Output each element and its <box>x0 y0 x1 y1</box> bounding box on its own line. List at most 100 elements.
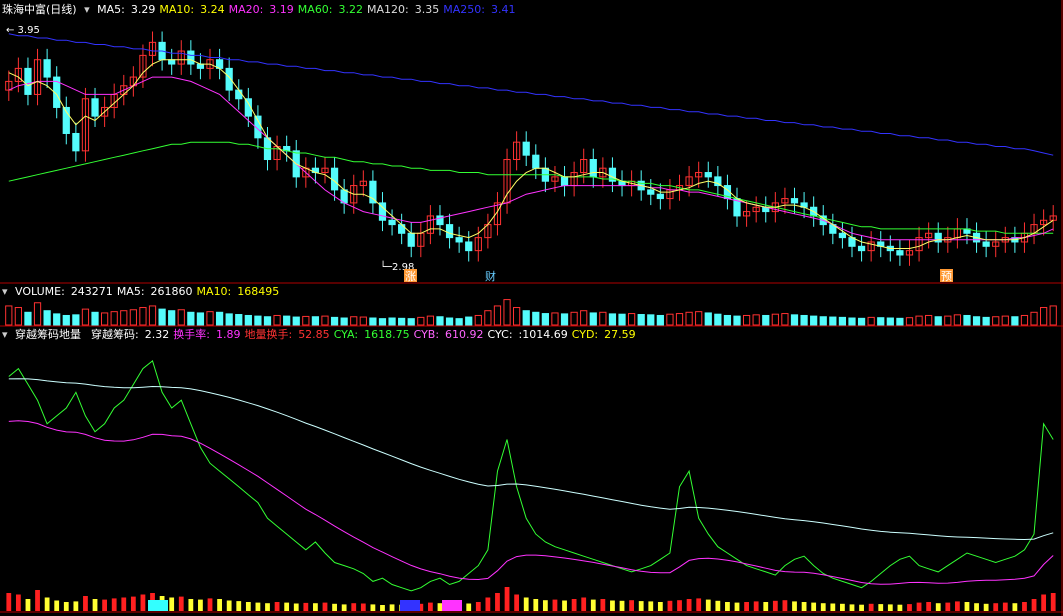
indicator-legend: ▾ 穿越筹码地量 穿越筹码: 2.32 换手率: 1.89 地量换手: 52.85 CYA: 1… <box>2 328 644 342</box>
cyd-bar <box>600 599 606 611</box>
volume-bar <box>522 310 530 326</box>
cyd-bar <box>935 603 941 611</box>
volume-bar <box>877 317 885 326</box>
cyd-bar <box>274 602 280 611</box>
volume-bar <box>100 312 109 326</box>
cyd-bar <box>667 600 673 611</box>
volume-bar <box>752 314 760 326</box>
candle-body <box>407 232 415 247</box>
volume-bar <box>158 308 166 326</box>
indicator-indicator: 地量换手: <box>244 328 293 341</box>
volume-bar <box>1030 311 1038 326</box>
cyd-bar <box>255 602 261 611</box>
ma60-line <box>8 141 1054 234</box>
collapse-icon[interactable]: ▾ <box>2 285 8 298</box>
volume-bar <box>302 315 310 326</box>
volume-bar <box>867 316 875 326</box>
cyd-bar <box>552 599 558 611</box>
volume-bar <box>177 309 185 326</box>
cyd-bar <box>226 600 232 611</box>
volume-bar <box>666 313 674 326</box>
volume-bar <box>513 307 521 326</box>
volume-bar <box>398 317 406 326</box>
price-indicator-value: 3.19 <box>269 3 294 16</box>
candle-body <box>647 189 655 195</box>
indicator-indicators: 穿越筹码地量 穿越筹码: 2.32 换手率: 1.89 地量换手: 52.85 CYA: 161… <box>15 328 640 341</box>
volume-bar <box>493 305 502 326</box>
volume-bar <box>886 317 894 326</box>
volume-indicator: MA10: <box>196 285 232 298</box>
volume-bar <box>551 312 559 326</box>
price-indicator-value: 3.29 <box>130 3 156 16</box>
ma250-line <box>8 33 1054 156</box>
cyd-bar <box>696 598 702 611</box>
event-marker-label: 预 <box>941 270 952 283</box>
cyd-bar <box>427 602 433 611</box>
cyd-bar <box>198 599 203 611</box>
candle-body <box>24 67 32 95</box>
volume-bar <box>560 313 569 326</box>
volume-bar <box>484 310 492 326</box>
cyd-bar <box>734 602 740 611</box>
cyd-bar <box>380 605 385 611</box>
ma5-line <box>8 59 1054 249</box>
cyd-bar <box>351 603 357 611</box>
cyd-bar <box>610 600 615 611</box>
stock-title: 珠海中富(日线) <box>2 3 77 16</box>
volume-bar <box>206 311 214 326</box>
indicator-indicator: 穿越筹码: <box>91 328 139 341</box>
volume-bar <box>1001 315 1009 326</box>
candle-body <box>455 237 463 243</box>
volume-bar <box>465 316 473 326</box>
cyd-bar <box>859 604 864 611</box>
volume-bar <box>273 314 281 326</box>
volume-bar <box>896 317 904 326</box>
volume-bar <box>810 315 818 326</box>
volume-bar <box>723 314 732 326</box>
volume-bar <box>599 311 607 326</box>
cyd-bar <box>140 594 146 611</box>
volume-bar <box>608 313 617 326</box>
volume-bar <box>244 314 252 326</box>
cyd-bar <box>772 600 778 611</box>
cyd-bar <box>102 599 108 611</box>
volume-bar <box>292 316 300 326</box>
volume-indicator-value: 168495 <box>237 285 280 298</box>
price-indicator-value: 3.35 <box>414 3 440 16</box>
cyd-bar <box>705 599 711 611</box>
cyd-bar <box>1022 602 1027 611</box>
cyd-bar <box>130 596 136 611</box>
price-indicators: MA5: 3.29 MA10: 3.24 MA20: 3.19 MA60: 3.22 MA120… <box>97 3 519 16</box>
candle-body <box>790 198 799 204</box>
volume-bar <box>91 311 99 326</box>
cyd-bar <box>725 602 730 611</box>
event-marker-label: 涨 <box>405 270 416 283</box>
cyd-bar <box>542 600 548 611</box>
collapse-icon[interactable]: ▾ <box>2 328 8 341</box>
volume-bar <box>589 312 597 326</box>
cyd-bar <box>830 603 836 611</box>
cyd-bar <box>83 596 88 611</box>
volume-bar <box>311 316 320 326</box>
collapse-icon[interactable]: ▾ <box>84 3 90 16</box>
candle-body <box>656 193 664 200</box>
volume-bar <box>992 316 1000 326</box>
volume-bar <box>714 313 722 326</box>
cyd-bar <box>523 597 529 611</box>
cyd-bar <box>983 603 989 611</box>
volume-bar <box>857 317 866 326</box>
candle-body <box>465 241 473 252</box>
cyd-bar <box>562 600 567 611</box>
volume-bar <box>474 314 482 326</box>
cyd-bar <box>313 603 318 611</box>
price-indicator: MA5: <box>97 3 125 16</box>
volume-bar <box>283 315 291 326</box>
cyd-bar <box>1012 603 1018 611</box>
volume-bar <box>742 314 751 326</box>
cyd-bar <box>792 601 797 611</box>
volume-bar <box>656 314 664 326</box>
candle-body <box>589 159 597 178</box>
volume-bar <box>62 314 70 326</box>
event-marker-label: 财 <box>485 269 496 283</box>
cyd-bar <box>485 597 491 611</box>
